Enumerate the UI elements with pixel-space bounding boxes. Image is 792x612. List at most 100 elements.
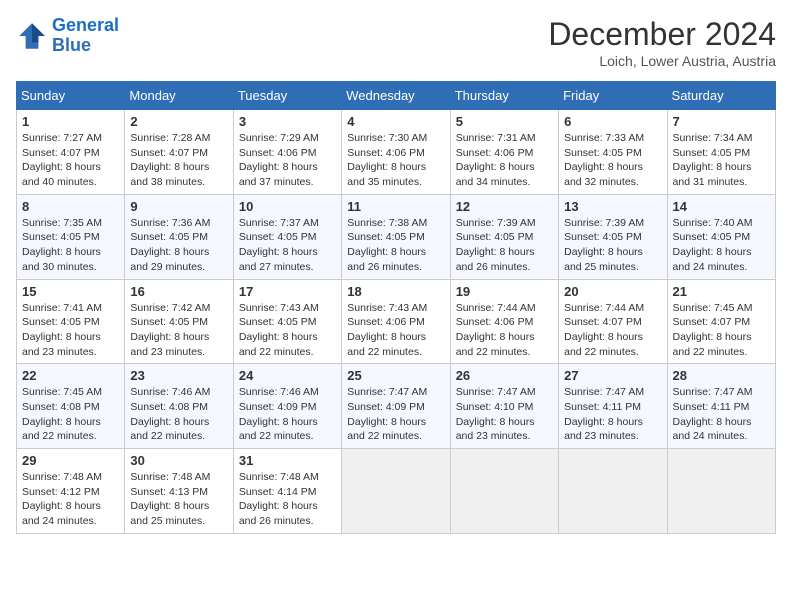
day-number: 7 xyxy=(673,114,770,129)
day-info: Sunrise: 7:45 AM Sunset: 4:07 PM Dayligh… xyxy=(673,301,770,360)
day-info: Sunrise: 7:39 AM Sunset: 4:05 PM Dayligh… xyxy=(564,216,661,275)
calendar-cell: 1 Sunrise: 7:27 AM Sunset: 4:07 PM Daylig… xyxy=(17,110,125,195)
calendar-cell: 26Sunrise: 7:47 AM Sunset: 4:10 PM Dayli… xyxy=(450,364,558,449)
calendar-cell: 31Sunrise: 7:48 AM Sunset: 4:14 PM Dayli… xyxy=(233,449,341,534)
day-info: Sunrise: 7:31 AM Sunset: 4:06 PM Dayligh… xyxy=(456,131,553,190)
column-header-tuesday: Tuesday xyxy=(233,82,341,110)
location-title: Loich, Lower Austria, Austria xyxy=(548,53,776,69)
month-title: December 2024 xyxy=(548,16,776,53)
day-number: 9 xyxy=(130,199,227,214)
calendar-cell: 18 Sunrise: 7:43 AM Sunset: 4:06 PM Dayli… xyxy=(342,279,450,364)
day-number: 14 xyxy=(673,199,770,214)
day-info: Sunrise: 7:30 AM Sunset: 4:06 PM Dayligh… xyxy=(347,131,444,190)
column-header-sunday: Sunday xyxy=(17,82,125,110)
calendar-cell: 30 Sunrise: 7:48 AM Sunset: 4:13 PM Dayli… xyxy=(125,449,233,534)
calendar-cell: 22 Sunrise: 7:45 AM Sunset: 4:08 PM Dayli… xyxy=(17,364,125,449)
calendar-cell: 20 Sunrise: 7:44 AM Sunset: 4:07 PM Dayli… xyxy=(559,279,667,364)
day-number: 10 xyxy=(239,199,336,214)
calendar-cell: 24Sunrise: 7:46 AM Sunset: 4:09 PM Dayli… xyxy=(233,364,341,449)
calendar-body: 1 Sunrise: 7:27 AM Sunset: 4:07 PM Daylig… xyxy=(17,110,776,534)
calendar-table: SundayMondayTuesdayWednesdayThursdayFrid… xyxy=(16,81,776,534)
week-row: 1 Sunrise: 7:27 AM Sunset: 4:07 PM Daylig… xyxy=(17,110,776,195)
column-header-friday: Friday xyxy=(559,82,667,110)
day-info: Sunrise: 7:37 AM Sunset: 4:05 PM Dayligh… xyxy=(239,216,336,275)
day-number: 8 xyxy=(22,199,119,214)
day-number: 28 xyxy=(673,368,770,383)
calendar-cell: 13Sunrise: 7:39 AM Sunset: 4:05 PM Dayli… xyxy=(559,194,667,279)
week-row: 8Sunrise: 7:35 AM Sunset: 4:05 PM Daylig… xyxy=(17,194,776,279)
day-info: Sunrise: 7:48 AM Sunset: 4:12 PM Dayligh… xyxy=(22,470,119,529)
day-number: 21 xyxy=(673,284,770,299)
calendar-cell: 28 Sunrise: 7:47 AM Sunset: 4:11 PM Dayli… xyxy=(667,364,775,449)
calendar-cell xyxy=(450,449,558,534)
week-row: 22 Sunrise: 7:45 AM Sunset: 4:08 PM Dayli… xyxy=(17,364,776,449)
logo: General Blue xyxy=(16,16,119,56)
day-number: 1 xyxy=(22,114,119,129)
day-info: Sunrise: 7:33 AM Sunset: 4:05 PM Dayligh… xyxy=(564,131,661,190)
day-number: 20 xyxy=(564,284,661,299)
calendar-cell: 9 Sunrise: 7:36 AM Sunset: 4:05 PM Daylig… xyxy=(125,194,233,279)
column-header-wednesday: Wednesday xyxy=(342,82,450,110)
day-info: Sunrise: 7:47 AM Sunset: 4:09 PM Dayligh… xyxy=(347,385,444,444)
logo-text: General Blue xyxy=(52,16,119,56)
column-header-thursday: Thursday xyxy=(450,82,558,110)
day-info: Sunrise: 7:44 AM Sunset: 4:07 PM Dayligh… xyxy=(564,301,661,360)
calendar-cell: 14 Sunrise: 7:40 AM Sunset: 4:05 PM Dayli… xyxy=(667,194,775,279)
day-info: Sunrise: 7:48 AM Sunset: 4:13 PM Dayligh… xyxy=(130,470,227,529)
day-info: Sunrise: 7:36 AM Sunset: 4:05 PM Dayligh… xyxy=(130,216,227,275)
day-number: 22 xyxy=(22,368,119,383)
day-info: Sunrise: 7:46 AM Sunset: 4:08 PM Dayligh… xyxy=(130,385,227,444)
calendar-cell: 23 Sunrise: 7:46 AM Sunset: 4:08 PM Dayli… xyxy=(125,364,233,449)
day-info: Sunrise: 7:43 AM Sunset: 4:06 PM Dayligh… xyxy=(347,301,444,360)
day-info: Sunrise: 7:28 AM Sunset: 4:07 PM Dayligh… xyxy=(130,131,227,190)
calendar-cell: 7 Sunrise: 7:34 AM Sunset: 4:05 PM Daylig… xyxy=(667,110,775,195)
column-header-saturday: Saturday xyxy=(667,82,775,110)
day-info: Sunrise: 7:34 AM Sunset: 4:05 PM Dayligh… xyxy=(673,131,770,190)
calendar-cell: 8Sunrise: 7:35 AM Sunset: 4:05 PM Daylig… xyxy=(17,194,125,279)
day-number: 16 xyxy=(130,284,227,299)
day-info: Sunrise: 7:27 AM Sunset: 4:07 PM Dayligh… xyxy=(22,131,119,190)
day-number: 26 xyxy=(456,368,553,383)
week-row: 29 Sunrise: 7:48 AM Sunset: 4:12 PM Dayli… xyxy=(17,449,776,534)
day-info: Sunrise: 7:39 AM Sunset: 4:05 PM Dayligh… xyxy=(456,216,553,275)
day-number: 15 xyxy=(22,284,119,299)
day-info: Sunrise: 7:43 AM Sunset: 4:05 PM Dayligh… xyxy=(239,301,336,360)
day-number: 19 xyxy=(456,284,553,299)
day-info: Sunrise: 7:42 AM Sunset: 4:05 PM Dayligh… xyxy=(130,301,227,360)
title-area: December 2024 Loich, Lower Austria, Aust… xyxy=(548,16,776,69)
week-row: 15Sunrise: 7:41 AM Sunset: 4:05 PM Dayli… xyxy=(17,279,776,364)
day-number: 27 xyxy=(564,368,661,383)
calendar-cell: 3Sunrise: 7:29 AM Sunset: 4:06 PM Daylig… xyxy=(233,110,341,195)
day-number: 12 xyxy=(456,199,553,214)
day-number: 24 xyxy=(239,368,336,383)
day-number: 2 xyxy=(130,114,227,129)
day-info: Sunrise: 7:45 AM Sunset: 4:08 PM Dayligh… xyxy=(22,385,119,444)
calendar-cell: 21 Sunrise: 7:45 AM Sunset: 4:07 PM Dayli… xyxy=(667,279,775,364)
calendar-cell: 11 Sunrise: 7:38 AM Sunset: 4:05 PM Dayli… xyxy=(342,194,450,279)
header: General Blue December 2024 Loich, Lower … xyxy=(16,16,776,69)
calendar-cell: 17Sunrise: 7:43 AM Sunset: 4:05 PM Dayli… xyxy=(233,279,341,364)
calendar-cell: 2 Sunrise: 7:28 AM Sunset: 4:07 PM Daylig… xyxy=(125,110,233,195)
calendar-cell: 5 Sunrise: 7:31 AM Sunset: 4:06 PM Daylig… xyxy=(450,110,558,195)
calendar-cell: 15Sunrise: 7:41 AM Sunset: 4:05 PM Dayli… xyxy=(17,279,125,364)
day-info: Sunrise: 7:44 AM Sunset: 4:06 PM Dayligh… xyxy=(456,301,553,360)
calendar-cell: 25Sunrise: 7:47 AM Sunset: 4:09 PM Dayli… xyxy=(342,364,450,449)
day-info: Sunrise: 7:47 AM Sunset: 4:11 PM Dayligh… xyxy=(673,385,770,444)
header-row: SundayMondayTuesdayWednesdayThursdayFrid… xyxy=(17,82,776,110)
day-number: 31 xyxy=(239,453,336,468)
day-info: Sunrise: 7:29 AM Sunset: 4:06 PM Dayligh… xyxy=(239,131,336,190)
day-number: 5 xyxy=(456,114,553,129)
logo-icon xyxy=(16,20,48,52)
calendar-cell: 12 Sunrise: 7:39 AM Sunset: 4:05 PM Dayli… xyxy=(450,194,558,279)
calendar-header: SundayMondayTuesdayWednesdayThursdayFrid… xyxy=(17,82,776,110)
calendar-cell: 6Sunrise: 7:33 AM Sunset: 4:05 PM Daylig… xyxy=(559,110,667,195)
day-number: 30 xyxy=(130,453,227,468)
day-number: 11 xyxy=(347,199,444,214)
day-number: 18 xyxy=(347,284,444,299)
calendar-cell: 19 Sunrise: 7:44 AM Sunset: 4:06 PM Dayli… xyxy=(450,279,558,364)
day-number: 29 xyxy=(22,453,119,468)
day-number: 23 xyxy=(130,368,227,383)
day-info: Sunrise: 7:47 AM Sunset: 4:11 PM Dayligh… xyxy=(564,385,661,444)
day-info: Sunrise: 7:38 AM Sunset: 4:05 PM Dayligh… xyxy=(347,216,444,275)
day-info: Sunrise: 7:40 AM Sunset: 4:05 PM Dayligh… xyxy=(673,216,770,275)
